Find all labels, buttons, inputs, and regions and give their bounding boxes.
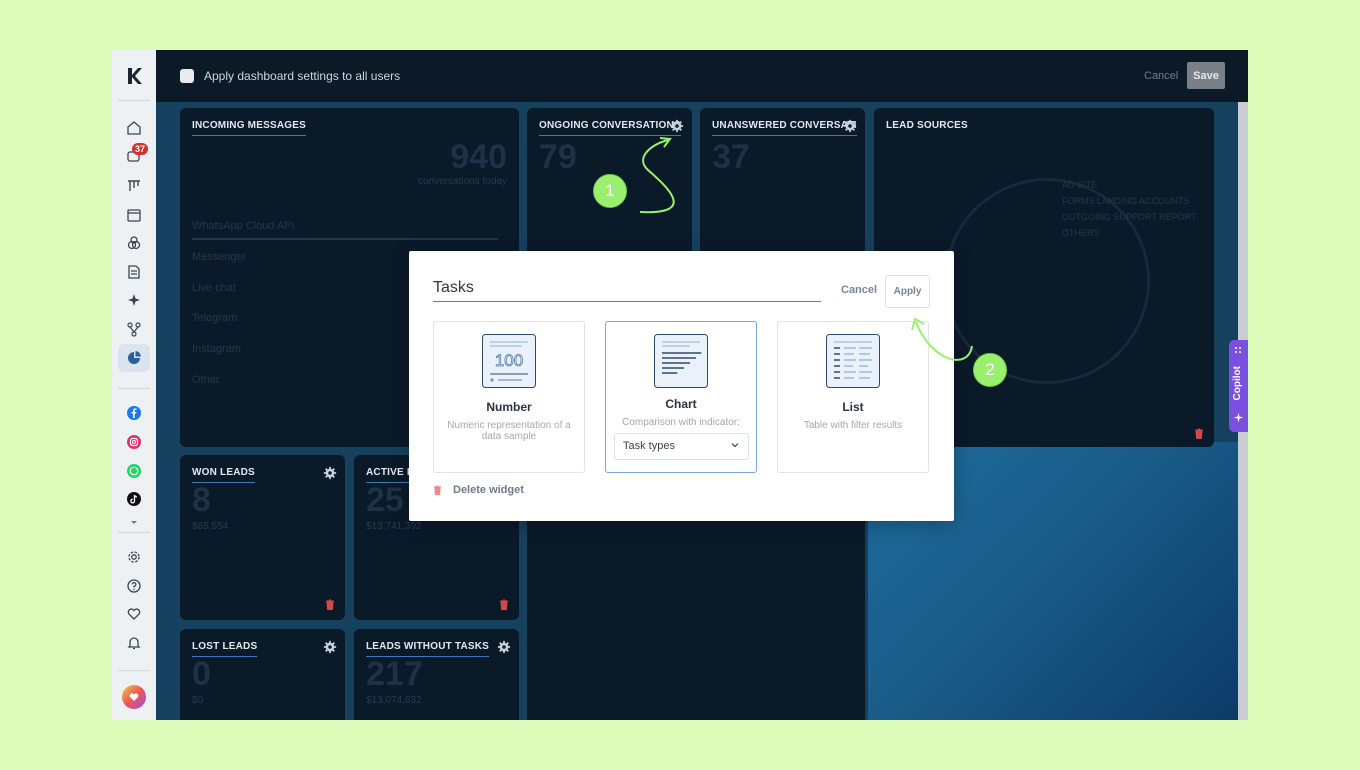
step-marker-1: 1 (593, 174, 627, 208)
widget-subtitle: $0 (192, 695, 204, 706)
sidebar-divider (118, 532, 150, 533)
chart-widget-icon (654, 334, 708, 388)
widget-settings-modal: Cancel Apply 100 Number Numeric represen… (409, 251, 954, 521)
source-item: Live chat (192, 282, 237, 294)
widget-value: 217 (366, 655, 423, 693)
cancel-button[interactable]: Cancel (1144, 70, 1178, 82)
indicator-select-value: Task types (623, 440, 675, 452)
user-avatar[interactable] (122, 685, 146, 709)
sidebar-divider (118, 388, 150, 389)
sidebar: 37 (112, 50, 156, 720)
trash-icon (433, 485, 442, 495)
heart-icon[interactable] (124, 604, 144, 624)
card-description: Table with filter results (803, 420, 903, 431)
legend-item: OTHERS (1062, 228, 1100, 238)
widget-value: 8 (192, 481, 211, 519)
legend-item: OUTGOING SUPPORT REPORT (1062, 212, 1197, 222)
trash-icon[interactable] (1194, 428, 1204, 439)
widget-title: INCOMING MESSAGES (192, 120, 306, 136)
help-icon[interactable] (124, 576, 144, 596)
trash-icon[interactable] (499, 599, 509, 610)
widget-name-field[interactable] (433, 279, 821, 302)
copilot-tab[interactable]: Copilot (1229, 340, 1248, 432)
widget-type-chart[interactable]: Chart Comparison with indicator: Task ty… (605, 321, 757, 473)
gear-icon[interactable] (323, 640, 337, 654)
pipeline-icon[interactable] (124, 319, 144, 339)
dashboard-edit-bar: Apply dashboard settings to all users Ca… (156, 50, 1248, 102)
gear-icon[interactable] (497, 640, 511, 654)
drag-handle-icon[interactable] (1234, 346, 1243, 355)
gear-icon[interactable] (670, 119, 684, 133)
chevron-down-icon[interactable] (124, 512, 144, 532)
chevron-down-icon (731, 443, 739, 448)
legend-item: FORMS LANDING ACCOUNTS (1062, 196, 1190, 206)
analytics-icon[interactable] (124, 348, 144, 368)
card-title: Number (486, 400, 532, 414)
instagram-icon[interactable] (124, 432, 144, 452)
widget-won-leads[interactable]: WON LEADS 8 $65,554 (180, 455, 345, 620)
delete-widget-button[interactable]: Delete widget (433, 484, 524, 496)
number-icon-text: 100 (495, 351, 523, 370)
unread-badge: 37 (132, 143, 149, 155)
apply-to-all-label: Apply dashboard settings to all users (204, 69, 401, 83)
widget-value: 37 (712, 138, 750, 176)
gear-icon[interactable] (323, 466, 337, 480)
legend-item: AD SITE (1062, 180, 1098, 190)
sidebar-divider (118, 100, 150, 101)
widget-type-list[interactable]: List Table with filter results (777, 321, 929, 473)
widget-value: 25 (366, 481, 404, 519)
modal-apply-button[interactable]: Apply (885, 275, 930, 308)
widget-subtitle: $13,074,632 (366, 695, 422, 706)
widget-value: 940 (450, 138, 507, 176)
list-widget-icon (826, 334, 880, 388)
apply-to-all-checkbox[interactable] (180, 69, 194, 83)
widget-subtitle: conversations today (418, 176, 507, 187)
source-item: Messenger (192, 251, 247, 263)
widget-type-number[interactable]: 100 Number Numeric representation of a d… (433, 321, 585, 473)
widget-lost-leads[interactable]: LOST LEADS 0 $0 (180, 629, 345, 720)
settings-icon[interactable] (124, 547, 144, 567)
ai-sparkle-icon[interactable] (124, 290, 144, 310)
widget-title: UNANSWERED CONVERSATI (712, 120, 857, 136)
source-item: Other (192, 374, 220, 386)
home-icon[interactable] (124, 118, 144, 138)
card-title: Chart (665, 397, 697, 411)
contacts-icon[interactable] (124, 233, 144, 253)
source-item: Instagram (192, 343, 241, 355)
sparkle-icon (1233, 412, 1244, 423)
copilot-label: Copilot (1232, 366, 1243, 401)
sidebar-divider (118, 670, 150, 671)
widget-subtitle: $13,741,392 (366, 521, 422, 532)
kommo-logo[interactable] (125, 66, 143, 86)
calendar-icon[interactable] (124, 205, 144, 225)
trash-icon[interactable] (325, 599, 335, 610)
modal-cancel-button[interactable]: Cancel (841, 284, 877, 296)
number-widget-icon: 100 (482, 334, 536, 388)
facebook-icon[interactable] (124, 403, 144, 423)
kanban-icon[interactable] (124, 176, 144, 196)
save-button[interactable]: Save (1187, 62, 1225, 89)
card-description: Comparison with indicator: (622, 417, 740, 428)
delete-widget-label: Delete widget (453, 484, 524, 496)
widget-title: LEAD SOURCES (886, 120, 968, 131)
source-item: Telegram (192, 312, 238, 324)
card-description: Numeric representation of a data sample (447, 420, 571, 442)
widget-title: ONGOING CONVERSATIONS (539, 120, 681, 136)
card-title: List (842, 400, 864, 414)
widget-name-input[interactable] (433, 279, 821, 297)
document-icon[interactable] (124, 262, 144, 282)
widget-value: 79 (539, 138, 577, 176)
source-item: WhatsApp Cloud API (192, 220, 295, 232)
bell-icon[interactable] (124, 633, 144, 653)
donut-chart (944, 178, 1150, 384)
source-bar (192, 238, 498, 240)
widget-leads-without-tasks[interactable]: LEADS WITHOUT TASKS 217 $13,074,632 (354, 629, 519, 720)
whatsapp-icon[interactable] (124, 461, 144, 481)
indicator-select[interactable]: Task types (614, 433, 749, 460)
gear-icon[interactable] (843, 119, 857, 133)
widget-subtitle: $65,554 (192, 521, 229, 532)
tiktok-icon[interactable] (124, 489, 144, 509)
widget-value: 0 (192, 655, 211, 693)
step-marker-2: 2 (973, 353, 1007, 387)
